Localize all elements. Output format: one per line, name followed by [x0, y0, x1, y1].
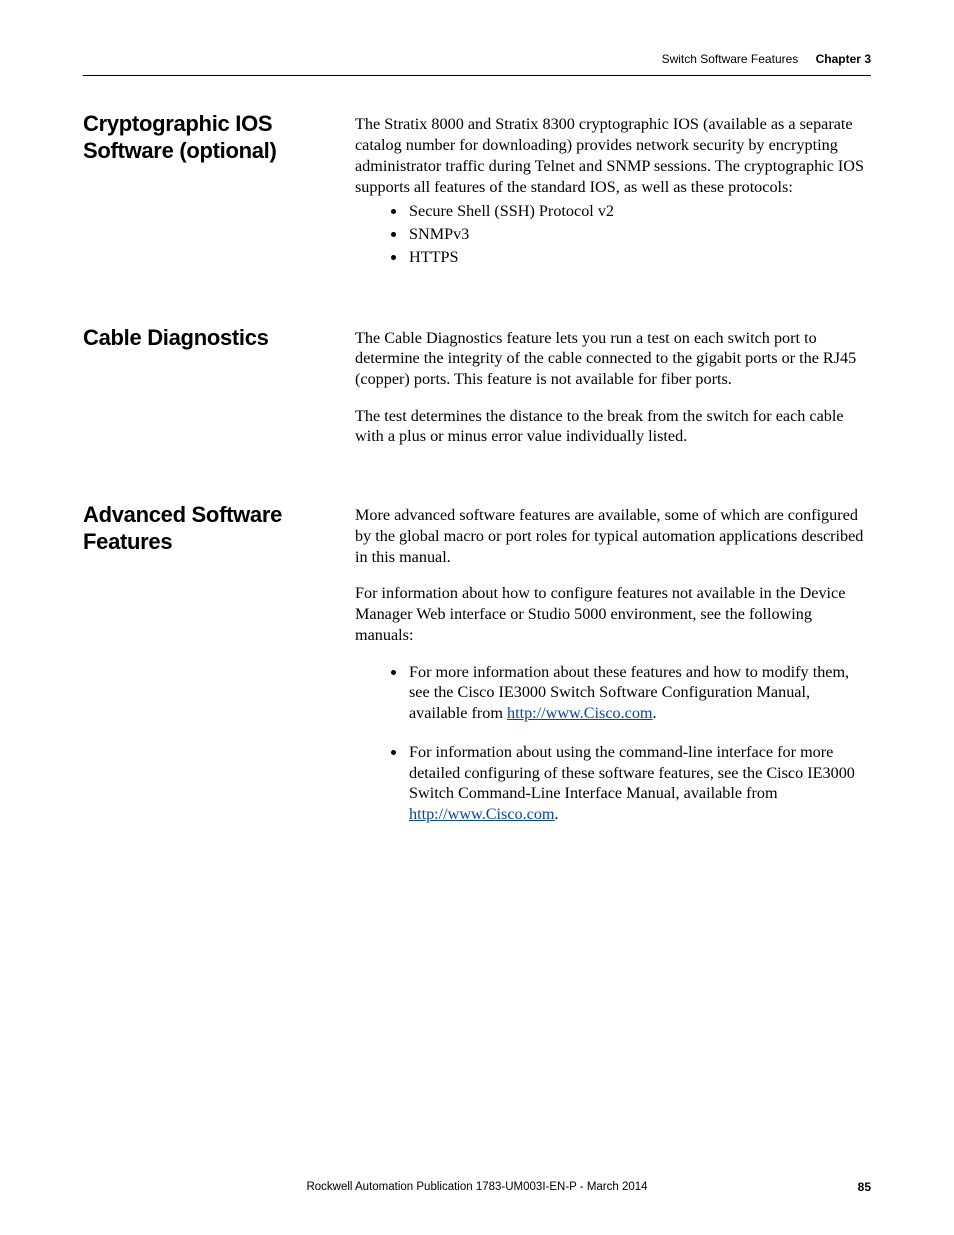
- list-item: Secure Shell (SSH) Protocol v2: [407, 201, 871, 222]
- list-item: SNMPv3: [407, 224, 871, 245]
- page: Switch Software Features Chapter 3 Crypt…: [0, 0, 954, 1235]
- cable-para1: The Cable Diagnostics feature lets you r…: [355, 328, 871, 390]
- list-item: HTTPS: [407, 247, 871, 268]
- bullet-text-post: .: [653, 704, 657, 722]
- cisco-link[interactable]: http://www.Cisco.com: [507, 704, 653, 722]
- footer-publication: Rockwell Automation Publication 1783-UM0…: [0, 1180, 954, 1195]
- body-col: The Stratix 8000 and Stratix 8300 crypto…: [355, 114, 871, 269]
- heading-advanced: Advanced Software Features: [83, 502, 347, 556]
- page-number: 85: [858, 1180, 871, 1195]
- section-crypto: Cryptographic IOS Software (optional) Th…: [83, 114, 871, 269]
- list-item: For more information about these feature…: [407, 662, 871, 724]
- side-col: Cryptographic IOS Software (optional): [83, 114, 355, 165]
- body-col: The Cable Diagnostics feature lets you r…: [355, 328, 871, 448]
- crypto-para1: The Stratix 8000 and Stratix 8300 crypto…: [355, 114, 871, 197]
- side-col: Advanced Software Features: [83, 505, 355, 556]
- body-col: More advanced software features are avai…: [355, 505, 871, 825]
- advanced-para2: For information about how to configure f…: [355, 583, 871, 645]
- running-header: Switch Software Features Chapter 3: [83, 52, 871, 76]
- bullet-text-post: .: [555, 805, 559, 823]
- cable-para2: The test determines the distance to the …: [355, 406, 871, 447]
- advanced-para1: More advanced software features are avai…: [355, 505, 871, 567]
- cisco-link[interactable]: http://www.Cisco.com: [409, 805, 555, 823]
- heading-crypto: Cryptographic IOS Software (optional): [83, 111, 347, 165]
- section-advanced: Advanced Software Features More advanced…: [83, 505, 871, 825]
- section-cable: Cable Diagnostics The Cable Diagnostics …: [83, 328, 871, 448]
- bullet-text: For information about using the command-…: [409, 743, 855, 802]
- crypto-bullets: Secure Shell (SSH) Protocol v2 SNMPv3 HT…: [355, 201, 871, 267]
- advanced-bullets: For more information about these feature…: [355, 662, 871, 825]
- list-item: For information about using the command-…: [407, 742, 871, 825]
- heading-cable: Cable Diagnostics: [83, 325, 347, 352]
- side-col: Cable Diagnostics: [83, 328, 355, 352]
- chapter-label: Chapter 3: [816, 52, 871, 66]
- breadcrumb: Switch Software Features: [662, 52, 799, 66]
